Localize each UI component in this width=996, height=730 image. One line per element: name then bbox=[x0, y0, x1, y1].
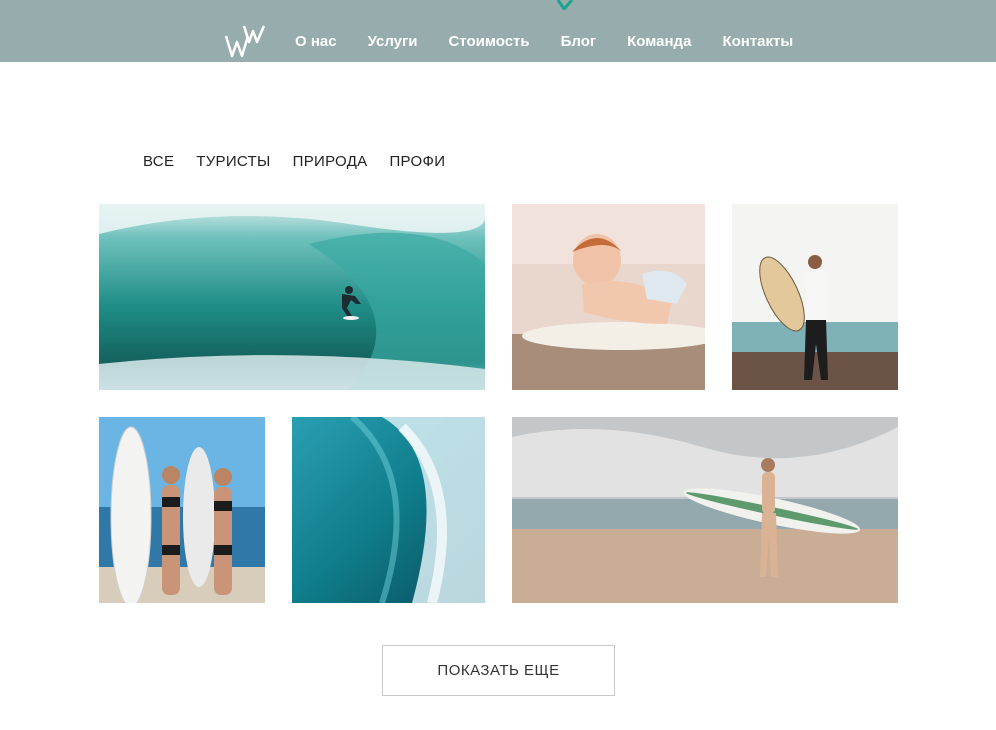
main-nav: О нас Услуги Стоимость Блог Команда Конт… bbox=[280, 0, 809, 62]
nav-item-about[interactable]: О нас bbox=[295, 13, 337, 50]
nav-item-contacts[interactable]: Контакты bbox=[722, 13, 793, 50]
show-more-button[interactable]: ПОКАЗАТЬ ЕЩЕ bbox=[382, 645, 615, 696]
nav-item-services[interactable]: Услуги bbox=[368, 13, 418, 50]
gallery-photo-woman-beach[interactable] bbox=[512, 417, 898, 603]
gallery-photo-wave-closeup[interactable] bbox=[292, 417, 485, 603]
nav-item-pricing[interactable]: Стоимость bbox=[448, 13, 529, 50]
filter-pro[interactable]: ПРОФИ bbox=[389, 153, 445, 170]
gallery-filters: ВСЕ ТУРИСТЫ ПРИРОДА ПРОФИ bbox=[143, 153, 467, 170]
gallery-photo-surfer-wave[interactable] bbox=[99, 204, 485, 390]
ww-logo-icon[interactable] bbox=[224, 22, 268, 60]
nav-item-team[interactable]: Команда bbox=[627, 13, 691, 50]
nav-item-blog[interactable]: Блог bbox=[561, 13, 597, 50]
gallery-photo-man-surfboard[interactable] bbox=[732, 204, 898, 390]
filter-tourists[interactable]: ТУРИСТЫ bbox=[196, 153, 270, 170]
site-header: О нас Услуги Стоимость Блог Команда Конт… bbox=[0, 0, 996, 62]
filter-all[interactable]: ВСЕ bbox=[143, 153, 174, 170]
gallery-photo-baby[interactable] bbox=[512, 204, 705, 390]
filter-nature[interactable]: ПРИРОДА bbox=[293, 153, 368, 170]
gallery-photo-two-women[interactable] bbox=[99, 417, 265, 603]
